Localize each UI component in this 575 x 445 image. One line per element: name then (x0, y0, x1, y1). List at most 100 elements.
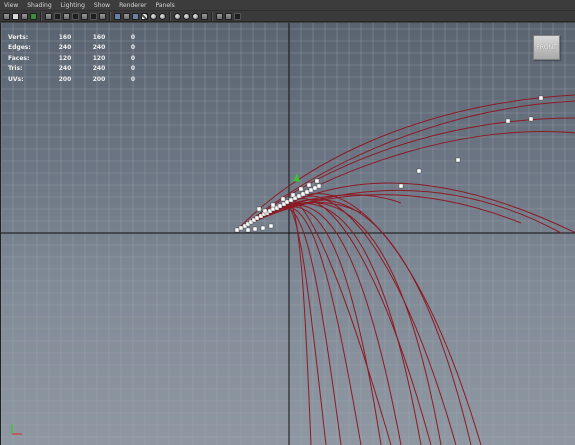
hud-value: 240 (92, 44, 106, 52)
hud-label: UVs: (8, 75, 24, 83)
hud-label: Faces: (8, 54, 30, 62)
menu-renderer[interactable]: Renderer (119, 0, 146, 11)
curve-root-handle[interactable] (288, 197, 294, 203)
curve-root-handle[interactable] (256, 206, 262, 212)
manipulator[interactable] (293, 173, 300, 182)
curve-root-handle[interactable] (270, 202, 276, 208)
toolbar-separator (211, 11, 213, 21)
curve-root-handle[interactable] (268, 223, 274, 229)
smooth-shade-icon[interactable] (123, 12, 130, 20)
curve-root-handle[interactable] (284, 199, 290, 205)
hud-value: 160 (92, 33, 106, 41)
shadows-icon[interactable] (159, 12, 166, 20)
wireframe-icon[interactable] (114, 12, 121, 20)
view-cube[interactable]: FRONT (533, 35, 560, 60)
curve-root-handle[interactable] (314, 178, 320, 184)
resolution-gate-icon[interactable] (63, 12, 70, 20)
curve-root-handle[interactable] (234, 227, 240, 233)
hud-value: 200 (92, 75, 106, 83)
curve-root-handle[interactable] (298, 186, 304, 192)
menu-view[interactable]: View (4, 0, 18, 11)
hud-row: UVs: 200 200 0 (8, 74, 150, 85)
flat-shade-icon[interactable] (132, 12, 139, 20)
curve-root-handle[interactable] (252, 226, 258, 232)
xray-joints-icon[interactable] (192, 12, 199, 20)
backface-icon[interactable] (201, 12, 208, 20)
menu-panels[interactable]: Panels (155, 0, 174, 11)
hud-label: Verts: (8, 33, 29, 41)
curve-root-handle[interactable] (280, 196, 286, 202)
curve-cv-handle[interactable] (455, 157, 461, 163)
hud-label: Edges: (8, 44, 31, 52)
viewport-canvas[interactable] (1, 23, 575, 445)
hud-label: Tris: (8, 65, 23, 73)
curve-cv-handle[interactable] (538, 95, 544, 101)
hud-value: 120 (92, 54, 106, 62)
curve-root-handle[interactable] (277, 203, 283, 209)
hair-curves[interactable] (236, 94, 575, 445)
hud-value: 0 (130, 33, 136, 41)
curve-root-handle[interactable] (306, 182, 312, 188)
xray-icon[interactable] (183, 12, 190, 20)
menu-shading[interactable]: Shading (27, 0, 51, 11)
field-chart-icon[interactable] (81, 12, 88, 20)
hud-value: 160 (58, 33, 72, 41)
curve-root-handle[interactable] (245, 227, 251, 233)
hair-curve[interactable] (266, 202, 422, 445)
panel-menu-bar: View Shading Lighting Show Renderer Pane… (0, 0, 575, 11)
grid (1, 23, 575, 445)
curve-root-handle[interactable] (260, 225, 266, 231)
curve-cv-handle[interactable] (398, 183, 404, 189)
camera-select-icon[interactable] (3, 12, 10, 20)
axis-gizmo-icon (11, 424, 22, 435)
curve-handles[interactable] (234, 95, 544, 233)
menu-lighting[interactable]: Lighting (61, 0, 85, 11)
film-gate-icon[interactable] (54, 12, 61, 20)
curve-root-handle[interactable] (262, 208, 268, 214)
hair-curve[interactable] (274, 206, 382, 445)
gate-mask-icon[interactable] (72, 12, 79, 20)
curve-cv-handle[interactable] (416, 168, 422, 174)
curve-cv-handle[interactable] (528, 116, 534, 122)
curve-root-handle[interactable] (254, 215, 260, 221)
layout-icon[interactable] (225, 12, 232, 20)
poly-count-hud: Verts: 160 160 0 Edges: 240 240 0 Faces:… (8, 32, 150, 85)
toolbar-separator (109, 11, 111, 21)
hud-row: Tris: 240 240 0 (8, 64, 150, 75)
textured-icon[interactable] (141, 12, 148, 20)
curve-root-handle[interactable] (270, 206, 276, 212)
hud-toggle-icon[interactable] (216, 12, 223, 20)
camera-attributes-icon[interactable] (12, 12, 19, 20)
image-plane-icon[interactable] (30, 12, 37, 20)
isolate-select-icon[interactable] (174, 12, 181, 20)
safe-action-icon[interactable] (90, 12, 97, 20)
move-manipulator-icon[interactable] (293, 173, 300, 182)
panel-toolbar (0, 11, 575, 22)
curve-root-handle[interactable] (312, 185, 318, 191)
grid-toggle-icon[interactable] (45, 12, 52, 20)
hud-value: 240 (58, 44, 72, 52)
curve-root-handle[interactable] (238, 225, 244, 231)
hud-row: Faces: 120 120 0 (8, 53, 150, 64)
curve-cv-handle[interactable] (505, 118, 511, 124)
close-icon[interactable] (234, 12, 241, 20)
use-lights-icon[interactable] (150, 12, 157, 20)
menu-show[interactable]: Show (94, 0, 110, 11)
curve-root-handle[interactable] (290, 192, 296, 198)
hud-value: 120 (58, 54, 72, 62)
bookmark-icon[interactable] (21, 12, 28, 20)
hud-value: 0 (130, 75, 136, 83)
curve-root-handle[interactable] (316, 183, 322, 189)
curve-root-handle[interactable] (304, 189, 310, 195)
curve-root-handle[interactable] (296, 193, 302, 199)
curve-root-handle[interactable] (308, 187, 314, 193)
hud-row: Edges: 240 240 0 (8, 43, 150, 54)
hair-curve[interactable] (258, 199, 472, 445)
front-viewport[interactable] (0, 23, 575, 445)
hud-value: 0 (130, 65, 136, 73)
safe-title-icon[interactable] (99, 12, 106, 20)
hud-value: 240 (58, 65, 72, 73)
hair-curve[interactable] (236, 94, 575, 231)
toolbar-separator (40, 11, 42, 21)
curve-root-handle[interactable] (300, 191, 306, 197)
